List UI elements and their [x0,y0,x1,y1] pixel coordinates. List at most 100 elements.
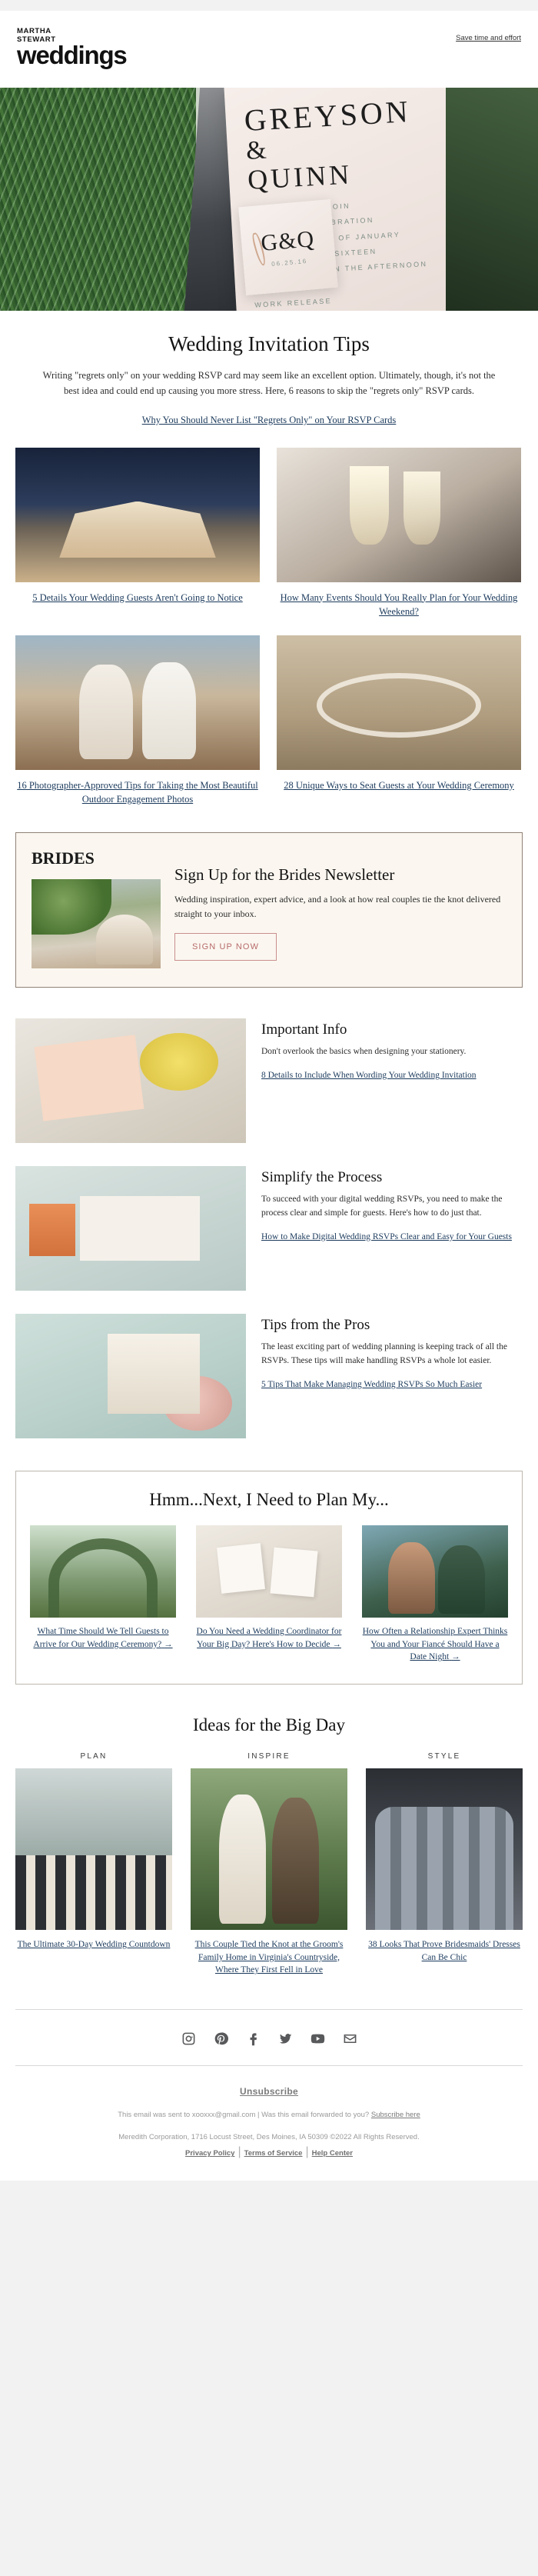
recipient-line: This email was sent to xooxxx@gmail.com … [18,2109,520,2121]
tip-thumbnail[interactable] [15,1018,246,1143]
tip-title: Simplify the Process [261,1169,383,1185]
instagram-icon[interactable] [180,2030,197,2047]
article-thumbnail[interactable] [277,447,521,582]
promo-title: Sign Up for the Brides Newsletter [174,865,395,884]
tip-body: Don't overlook the basics when designing… [261,1047,467,1056]
bride-groom-kiss-photo [191,1768,347,1931]
article-thumbnail[interactable] [15,447,260,582]
footer-divider: | [255,2111,262,2120]
plan-card[interactable]: What Time Should We Tell Guests to Arriv… [30,1525,176,1664]
pinterest-icon[interactable] [212,2030,229,2047]
email-icon[interactable] [341,2030,358,2047]
article-caption-link[interactable]: How Many Events Should You Really Plan f… [277,591,521,618]
monogram-tag: G&Q 06.25.16 [238,199,338,296]
facebook-icon[interactable] [244,2030,261,2047]
social-links [0,2010,538,2065]
plan-caption-link[interactable]: Do You Need a Wedding Coordinator for Yo… [196,1625,342,1651]
youtube-icon[interactable] [309,2030,326,2047]
brides-newsletter-promo: BRIDES Sign Up for the Brides Newsletter… [15,832,523,988]
outdoor-wedding-arch-photo [32,879,161,968]
preheader-spacer [0,0,538,11]
intro-cta-link[interactable]: Why You Should Never List "Regrets Only"… [142,413,397,428]
subscribe-here-link[interactable]: Subscribe here [371,2111,420,2119]
tip-link[interactable]: 8 Details to Include When Wording Your W… [261,1069,477,1082]
tip-link[interactable]: 5 Tips That Make Managing Wedding RSVPs … [261,1378,482,1391]
article-thumbnail[interactable] [15,635,260,770]
tip-title: Important Info [261,1021,347,1038]
plan-thumbnail[interactable] [196,1525,342,1618]
brides-logo: BRIDES [32,848,95,868]
greenery-right-edge [446,88,538,312]
idea-category-label: STYLE [427,1752,461,1761]
plan-thumbnail[interactable] [362,1525,508,1618]
idea-card[interactable]: INSPIRE This Couple Tied the Knot at the… [191,1752,347,1977]
plan-columns: What Time Should We Tell Guests to Arriv… [30,1525,508,1664]
champagne-toast-photo [277,447,521,582]
idea-thumbnail[interactable] [191,1768,347,1931]
idea-caption-link[interactable]: This Couple Tied the Knot at the Groom's… [191,1938,347,1977]
plan-caption-link[interactable]: How Often a Relationship Expert Thinks Y… [362,1625,508,1664]
article-thumbnail[interactable] [277,635,521,770]
footer-bottom-strip [0,2181,538,2201]
idea-category-label: PLAN [80,1752,108,1761]
idea-card[interactable]: STYLE 38 Looks That Prove Bridesmaids' D… [366,1752,523,1977]
ideas-section: Ideas for the Big Day PLAN The Ultimate … [0,1685,538,1977]
plan-thumbnail[interactable] [30,1525,176,1618]
legal-divider-1: | [237,2145,241,2159]
plan-card[interactable]: How Often a Relationship Expert Thinks Y… [362,1525,508,1664]
tip-title: Tips from the Pros [261,1317,370,1333]
plan-caption-link[interactable]: What Time Should We Tell Guests to Arriv… [30,1625,176,1651]
promo-body: Wedding inspiration, expert advice, and … [174,894,501,919]
circular-ceremony-seating-photo [277,635,521,770]
tip-thumbnail[interactable] [15,1314,246,1438]
idea-thumbnail[interactable] [366,1768,523,1931]
article-caption-link[interactable]: 16 Photographer-Approved Tips for Taking… [15,778,260,806]
help-center-link[interactable]: Help Center [312,2149,353,2158]
unsubscribe-link[interactable]: Unsubscribe [18,2086,520,2097]
idea-caption-link[interactable]: The Ultimate 30-Day Wedding Countdown [15,1938,172,1951]
tip-thumbnail[interactable] [15,1166,246,1291]
company-address: Meredith Corporation, 1716 Locust Street… [118,2133,420,2142]
plan-section-wrapper: Hmm...Next, I Need to Plan My... What Ti… [0,1461,538,1685]
brand-logo[interactable]: MARTHA STEWART weddings [17,27,128,68]
ideas-section-title: Ideas for the Big Day [193,1715,345,1735]
plan-caption-text: What Time Should We Tell Guests to Arriv… [33,1627,169,1649]
privacy-policy-link[interactable]: Privacy Policy [185,2149,234,2158]
idea-thumbnail[interactable] [15,1768,172,1931]
arrow-right-icon: → [332,1639,341,1649]
article-caption-link[interactable]: 5 Details Your Wedding Guests Aren't Goi… [15,591,260,605]
sent-to-prefix: This email was sent to [118,2111,192,2120]
monogram-date: 06.25.16 [271,258,308,268]
save-time-and-effort-link[interactable]: Save time and effort [456,34,521,42]
tips-rows: Important Info Don't overlook the basics… [0,988,538,1438]
intro-section: Wedding Invitation Tips Writing "regrets… [0,311,538,427]
plan-card[interactable]: Do You Need a Wedding Coordinator for Yo… [196,1525,342,1664]
twitter-icon[interactable] [277,2030,294,2047]
tip-text-block: Simplify the Process To succeed with you… [261,1166,523,1243]
tip-text-block: Important Info Don't overlook the basics… [261,1018,523,1081]
article-card[interactable]: How Many Events Should You Really Plan f… [277,447,521,618]
sign-up-now-button[interactable]: SIGN UP NOW [174,933,277,961]
article-card[interactable]: 5 Details Your Wedding Guests Aren't Goi… [15,447,260,618]
arrow-right-icon: → [451,1652,460,1662]
tent-reception-photo [15,447,260,582]
idea-card[interactable]: PLAN The Ultimate 30-Day Wedding Countdo… [15,1752,172,1977]
article-card[interactable]: 16 Photographer-Approved Tips for Taking… [15,635,260,806]
terms-of-service-link[interactable]: Terms of Service [244,2149,303,2158]
article-caption-link[interactable]: 28 Unique Ways to Seat Guests at Your We… [277,778,521,792]
plan-caption-text: How Often a Relationship Expert Thinks Y… [362,1627,508,1662]
plan-section-title: Hmm...Next, I Need to Plan My... [149,1490,389,1509]
promo-right-column: Sign Up for the Brides Newsletter Weddin… [174,848,506,968]
tip-link[interactable]: How to Make Digital Wedding RSVPs Clear … [261,1231,512,1244]
couple-embrace-photo [362,1525,508,1618]
legal-divider-2: | [305,2145,309,2159]
plan-my-section: Hmm...Next, I Need to Plan My... What Ti… [15,1471,523,1685]
bridesmaids-dresses-photo [366,1768,523,1931]
hero-invitation-image[interactable]: GREYSON & QUINN INVITE YOU TO JOIN MARRI… [0,88,538,312]
intro-body: Writing "regrets only" on your wedding R… [42,370,496,396]
article-grid: 5 Details Your Wedding Guests Aren't Goi… [0,428,538,807]
ideas-columns: PLAN The Ultimate 30-Day Wedding Countdo… [15,1752,523,1977]
tip-text-block: Tips from the Pros The least exciting pa… [261,1314,523,1391]
article-card[interactable]: 28 Unique Ways to Seat Guests at Your We… [277,635,521,806]
idea-caption-link[interactable]: 38 Looks That Prove Bridesmaids' Dresses… [366,1938,523,1964]
